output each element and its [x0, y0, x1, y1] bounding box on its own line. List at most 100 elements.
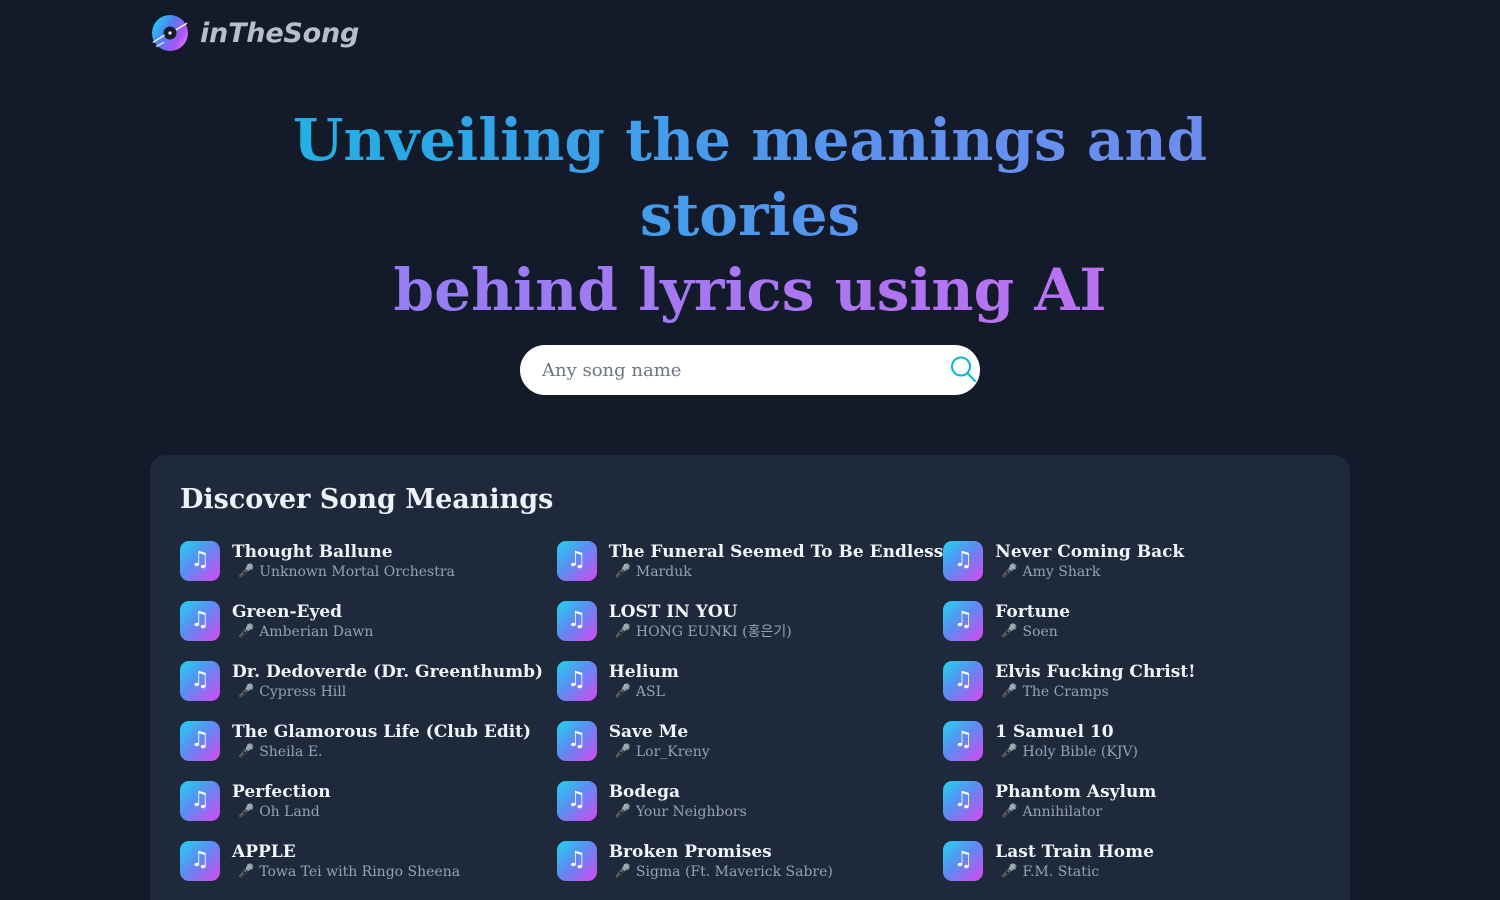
song-list-item[interactable]: ♫ APPLE 🎤 Towa Tei with Ringo Sheena [180, 840, 557, 881]
search-button[interactable] [941, 348, 985, 392]
song-title[interactable]: 1 Samuel 10 [995, 722, 1138, 742]
song-title[interactable]: Save Me [609, 722, 710, 742]
song-title[interactable]: Helium [609, 662, 679, 682]
song-title[interactable]: The Glamorous Life (Club Edit) [232, 722, 531, 742]
music-note-icon: ♫ [180, 600, 220, 641]
microphone-icon: 🎤 [238, 864, 255, 880]
hero-line-2: stories [0, 178, 1500, 253]
song-artist-row: 🎤 Sigma (Ft. Maverick Sabre) [609, 863, 833, 881]
search-input[interactable] [520, 345, 980, 395]
song-list-item[interactable]: ♫ Bodega 🎤 Your Neighbors [556, 780, 944, 821]
song-artist-row: 🎤 Unknown Mortal Orchestra [232, 563, 455, 581]
hero-line-1: Unveiling the meanings and [0, 103, 1500, 178]
song-meta: Thought Ballune 🎤 Unknown Mortal Orchestra [232, 541, 455, 581]
song-title[interactable]: APPLE [232, 842, 460, 862]
song-artist: Towa Tei with Ringo Sheena [259, 863, 461, 880]
music-note-icon: ♫ [943, 600, 984, 641]
song-artist-row: 🎤 Sheila E. [232, 743, 531, 761]
song-artist: Oh Land [259, 803, 320, 820]
song-artist-row: 🎤 The Cramps [995, 683, 1195, 701]
music-note-icon: ♫ [180, 840, 220, 881]
song-list-item[interactable]: ♫ Green-Eyed 🎤 Amberian Dawn [180, 600, 557, 641]
song-list-item[interactable]: ♫ Elvis Fucking Christ! 🎤 The Cramps [943, 660, 1320, 701]
song-meta: Fortune 🎤 Soen [995, 601, 1070, 641]
microphone-icon: 🎤 [1001, 744, 1018, 760]
song-artist: Annihilator [1022, 803, 1103, 820]
song-list-item[interactable]: ♫ Last Train Home 🎤 F.M. Static [943, 840, 1320, 881]
microphone-icon: 🎤 [1001, 624, 1018, 640]
song-title[interactable]: LOST IN YOU [609, 602, 792, 622]
song-list-item[interactable]: ♫ Dr. Dedoverde (Dr. Greenthumb) 🎤 Cypress … [180, 660, 557, 701]
song-list-item[interactable]: ♫ Save Me 🎤 Lor_Kreny [556, 720, 944, 761]
song-artist: Holy Bible (KJV) [1022, 743, 1139, 760]
song-meta: Dr. Dedoverde (Dr. Greenthumb) 🎤 Cypress H… [232, 661, 543, 701]
song-meta: Phantom Asylum 🎤 Annihilator [995, 781, 1156, 821]
song-grid: ♫ Thought Ballune 🎤 Unknown Mortal Orchestr… [180, 540, 1320, 881]
music-note-icon: ♫ [556, 720, 597, 761]
song-artist-row: 🎤 Oh Land [232, 803, 331, 821]
song-title[interactable]: The Funeral Seemed To Be Endless [609, 542, 944, 562]
song-artist-row: 🎤 Lor_Kreny [609, 743, 710, 761]
vinyl-disc-icon[interactable] [150, 13, 190, 53]
song-meta: APPLE 🎤 Towa Tei with Ringo Sheena [232, 841, 460, 881]
song-meta: 1 Samuel 10 🎤 Holy Bible (KJV) [995, 721, 1138, 761]
song-list-item[interactable]: ♫ LOST IN YOU 🎤 HONG EUNKI (홍은기) [556, 600, 944, 641]
song-artist-row: 🎤 Your Neighbors [609, 803, 747, 821]
song-title[interactable]: Last Train Home [995, 842, 1154, 862]
song-title[interactable]: Thought Ballune [232, 542, 455, 562]
music-note-icon: ♫ [943, 660, 984, 701]
song-meta: Helium 🎤 ASL [609, 661, 679, 701]
song-list-item[interactable]: ♫ Phantom Asylum 🎤 Annihilator [943, 780, 1320, 821]
music-note-icon: ♫ [943, 780, 984, 821]
song-list-item[interactable]: ♫ Thought Ballune 🎤 Unknown Mortal Orchestr… [180, 540, 557, 581]
song-artist-row: 🎤 Holy Bible (KJV) [995, 743, 1138, 761]
song-meta: The Glamorous Life (Club Edit) 🎤 Sheila E. [232, 721, 531, 761]
song-meta: Save Me 🎤 Lor_Kreny [609, 721, 710, 761]
hero-line-3: behind lyrics using AI [0, 253, 1500, 328]
page-root: inTheSong Unveiling the meanings and sto… [0, 0, 1500, 900]
song-artist-row: 🎤 Annihilator [995, 803, 1156, 821]
microphone-icon: 🎤 [1001, 804, 1018, 820]
brand-name[interactable]: inTheSong [200, 20, 359, 47]
song-title[interactable]: Broken Promises [609, 842, 833, 862]
song-artist-row: 🎤 F.M. Static [995, 863, 1154, 881]
music-note-icon: ♫ [180, 780, 220, 821]
song-list-item[interactable]: ♫ Broken Promises 🎤 Sigma (Ft. Maverick Sab… [556, 840, 944, 881]
song-meta: Green-Eyed 🎤 Amberian Dawn [232, 601, 373, 641]
music-note-icon: ♫ [556, 540, 597, 581]
microphone-icon: 🎤 [1001, 564, 1018, 580]
song-meta: Broken Promises 🎤 Sigma (Ft. Maverick Sabr… [609, 841, 833, 881]
song-artist: Sheila E. [259, 743, 323, 760]
music-note-icon: ♫ [556, 840, 597, 881]
site-header: inTheSong [150, 10, 359, 56]
microphone-icon: 🎤 [238, 684, 255, 700]
music-note-icon: ♫ [556, 600, 597, 641]
song-artist: Soen [1022, 623, 1058, 640]
song-title[interactable]: Bodega [609, 782, 747, 802]
song-list-item[interactable]: ♫ 1 Samuel 10 🎤 Holy Bible (KJV) [943, 720, 1320, 761]
song-artist-row: 🎤 Amberian Dawn [232, 623, 373, 641]
song-title[interactable]: Fortune [995, 602, 1070, 622]
song-meta: Perfection 🎤 Oh Land [232, 781, 331, 821]
microphone-icon: 🎤 [238, 624, 255, 640]
search-bar [520, 345, 980, 395]
song-list-item[interactable]: ♫ Perfection 🎤 Oh Land [180, 780, 557, 821]
hero-heading: Unveiling the meanings and stories behin… [0, 103, 1500, 328]
song-artist-row: 🎤 Soen [995, 623, 1070, 641]
microphone-icon: 🎤 [1001, 684, 1018, 700]
song-list-item[interactable]: ♫ Fortune 🎤 Soen [943, 600, 1320, 641]
song-title[interactable]: Never Coming Back [995, 542, 1184, 562]
song-artist: Unknown Mortal Orchestra [259, 563, 455, 580]
song-list-item[interactable]: ♫ The Funeral Seemed To Be Endless 🎤 Marduk [556, 540, 944, 581]
song-list-item[interactable]: ♫ The Glamorous Life (Club Edit) 🎤 Sheila E… [180, 720, 557, 761]
song-title[interactable]: Phantom Asylum [995, 782, 1156, 802]
song-title[interactable]: Elvis Fucking Christ! [995, 662, 1195, 682]
song-title[interactable]: Dr. Dedoverde (Dr. Greenthumb) [232, 662, 543, 682]
song-title[interactable]: Perfection [232, 782, 331, 802]
music-note-icon: ♫ [943, 720, 984, 761]
song-title[interactable]: Green-Eyed [232, 602, 373, 622]
song-list-item[interactable]: ♫ Never Coming Back 🎤 Amy Shark [943, 540, 1320, 581]
song-artist-row: 🎤 Towa Tei with Ringo Sheena [232, 863, 460, 881]
music-note-icon: ♫ [180, 720, 220, 761]
song-list-item[interactable]: ♫ Helium 🎤 ASL [556, 660, 944, 701]
